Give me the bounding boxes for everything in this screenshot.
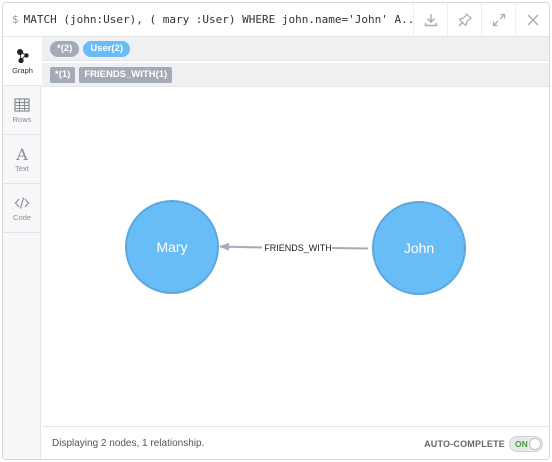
close-button[interactable] (515, 3, 549, 37)
label-user-pill[interactable]: User(2) (83, 40, 131, 57)
reltype-friends-with-tag[interactable]: FRIENDS_WITH(1) (79, 66, 173, 83)
tab-text[interactable]: A Text (3, 135, 41, 184)
graph-svg[interactable]: FRIENDS_WITH Mary John (42, 89, 549, 426)
result-frame: $ MATCH (john:User), ( mary :User) WHERE … (2, 2, 550, 460)
graph-icon (16, 48, 29, 63)
pin-button[interactable] (447, 3, 481, 37)
status-text: Displaying 2 nodes, 1 relationship. (52, 438, 205, 449)
relationship-caption[interactable]: FRIENDS_WITH (264, 243, 332, 253)
tab-text-label: Text (15, 163, 29, 173)
relationship-line-tail[interactable] (331, 247, 369, 250)
toggle-on-text: ON (515, 439, 528, 449)
tab-graph[interactable]: Graph (3, 37, 42, 86)
query-text[interactable]: MATCH (john:User), ( mary :User) WHERE j… (24, 13, 412, 26)
tab-graph-label: Graph (12, 65, 33, 75)
svg-text:A: A (15, 146, 28, 162)
code-icon (14, 196, 30, 209)
node-mary-caption: Mary (156, 239, 187, 255)
node-john-caption: John (404, 240, 434, 256)
relationship-arrow[interactable] (219, 242, 263, 251)
query-text-container[interactable]: $ MATCH (john:User), ( mary :User) WHERE … (12, 3, 412, 37)
tab-rows-label: Rows (12, 114, 32, 124)
query-header: $ MATCH (john:User), ( mary :User) WHERE … (3, 3, 549, 37)
tab-rows[interactable]: Rows (3, 86, 41, 135)
expand-button[interactable] (481, 3, 515, 37)
reltype-all-tag[interactable]: *(1) (50, 66, 76, 83)
text-icon: A (15, 146, 28, 162)
table-icon (14, 97, 30, 112)
autocomplete-toggle[interactable]: ON (509, 436, 543, 452)
view-sidebar: Graph Rows A Text Code (3, 37, 42, 459)
node-mary[interactable]: Mary (125, 200, 219, 294)
toggle-knob (529, 438, 541, 450)
download-icon (424, 14, 437, 27)
autocomplete-label: AUTO-COMPLETE (424, 439, 505, 449)
tab-code-label: Code (13, 212, 31, 222)
pin-icon (458, 13, 472, 27)
node-labels-bar: *(2) User(2) (42, 37, 549, 61)
close-icon (527, 14, 538, 26)
result-footer: Displaying 2 nodes, 1 relationship. AUTO… (42, 426, 549, 459)
node-john[interactable]: John (372, 201, 466, 295)
graph-canvas[interactable]: FRIENDS_WITH Mary John (42, 89, 549, 426)
label-all-pill[interactable]: *(2) (50, 40, 80, 57)
tab-code[interactable]: Code (3, 184, 41, 233)
expand-icon (492, 13, 505, 27)
download-button[interactable] (413, 3, 447, 37)
relationship-types-bar: *(1) FRIENDS_WITH(1) (42, 63, 549, 87)
query-prompt: $ (12, 13, 19, 26)
